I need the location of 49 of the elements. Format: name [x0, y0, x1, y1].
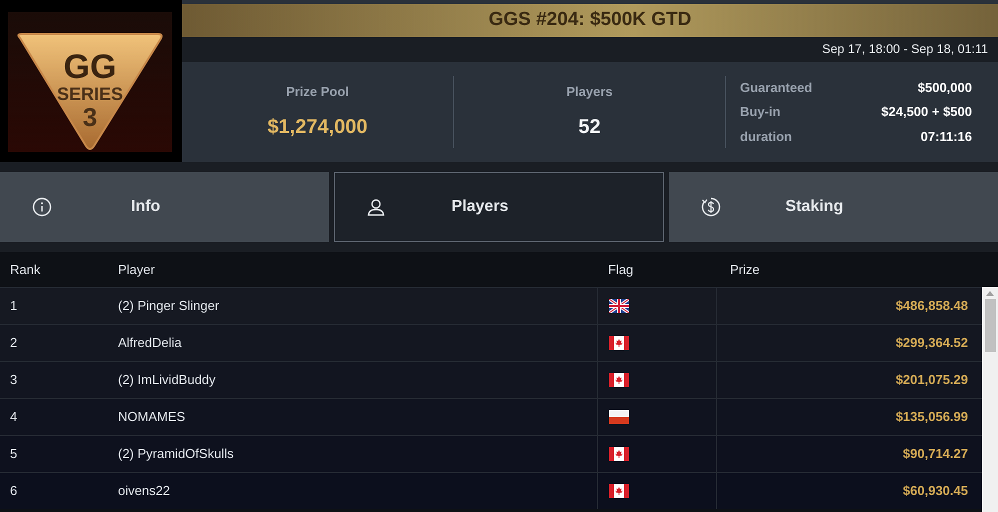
poland-flag-icon	[609, 410, 629, 424]
canada-flag-icon	[609, 336, 629, 350]
table-cell: AlfredDelia	[118, 335, 182, 350]
table-cell: 1	[10, 298, 18, 314]
table-cell: $135,056.99	[896, 409, 968, 424]
table-cell: 3	[10, 372, 18, 388]
tournament-title: GGS #204: $500K GTD	[182, 4, 998, 37]
canada-flag-icon	[609, 484, 629, 498]
date-range: Sep 17, 18:00 - Sep 18, 01:11	[822, 41, 988, 58]
table-cell: (2) PyramidOfSkulls	[118, 446, 234, 462]
table-cell: 6	[10, 483, 18, 498]
column-header: Flag	[608, 260, 634, 279]
table-cell: $299,364.52	[896, 335, 968, 350]
detail-label: duration	[740, 128, 792, 146]
tab[interactable]: Players	[334, 172, 664, 242]
scrollbar-thumb[interactable]	[984, 299, 996, 352]
table-cell: (2) Pinger Slinger	[118, 298, 220, 314]
table-cell: 2	[10, 335, 18, 350]
table-cell: (2) ImLividBuddy	[118, 372, 216, 388]
detail-value: $24,500 + $500	[881, 103, 972, 122]
column-header: Player	[118, 262, 155, 277]
stat-value: $1,274,000	[267, 114, 368, 140]
table-cell: $486,858.48	[896, 298, 968, 314]
table-cell: 4	[10, 409, 18, 424]
detail-label: Guaranteed	[740, 78, 812, 97]
table-cell: NOMAMES	[118, 409, 186, 424]
logo: GG SERIES 3	[8, 12, 172, 152]
detail-value: $500,000	[918, 78, 972, 97]
table-cell: 5	[10, 446, 18, 462]
stat-label: Players	[566, 83, 613, 102]
uk-flag-icon	[609, 299, 629, 313]
dollar-coin-icon	[700, 196, 722, 218]
canada-flag-icon	[609, 373, 629, 387]
table-cell: oivens22	[118, 483, 170, 498]
stat-label: Prize Pool	[286, 83, 349, 102]
column-header: Prize	[730, 262, 760, 277]
scroll-up-arrow-icon[interactable]	[986, 291, 994, 296]
stat-value: 52	[578, 114, 601, 140]
tab[interactable]: Info	[0, 172, 330, 242]
detail-value: 07:11:16	[920, 128, 972, 146]
tab[interactable]: Staking	[668, 172, 998, 242]
column-header: Rank	[10, 262, 40, 277]
detail-label: Buy-in	[740, 103, 780, 122]
info-icon	[31, 196, 53, 218]
table-cell: $60,930.45	[902, 483, 968, 498]
table-cell: $90,714.27	[902, 446, 968, 462]
table-cell: $201,075.29	[896, 372, 968, 388]
scrollbar[interactable]	[982, 287, 998, 512]
canada-flag-icon	[609, 447, 629, 461]
